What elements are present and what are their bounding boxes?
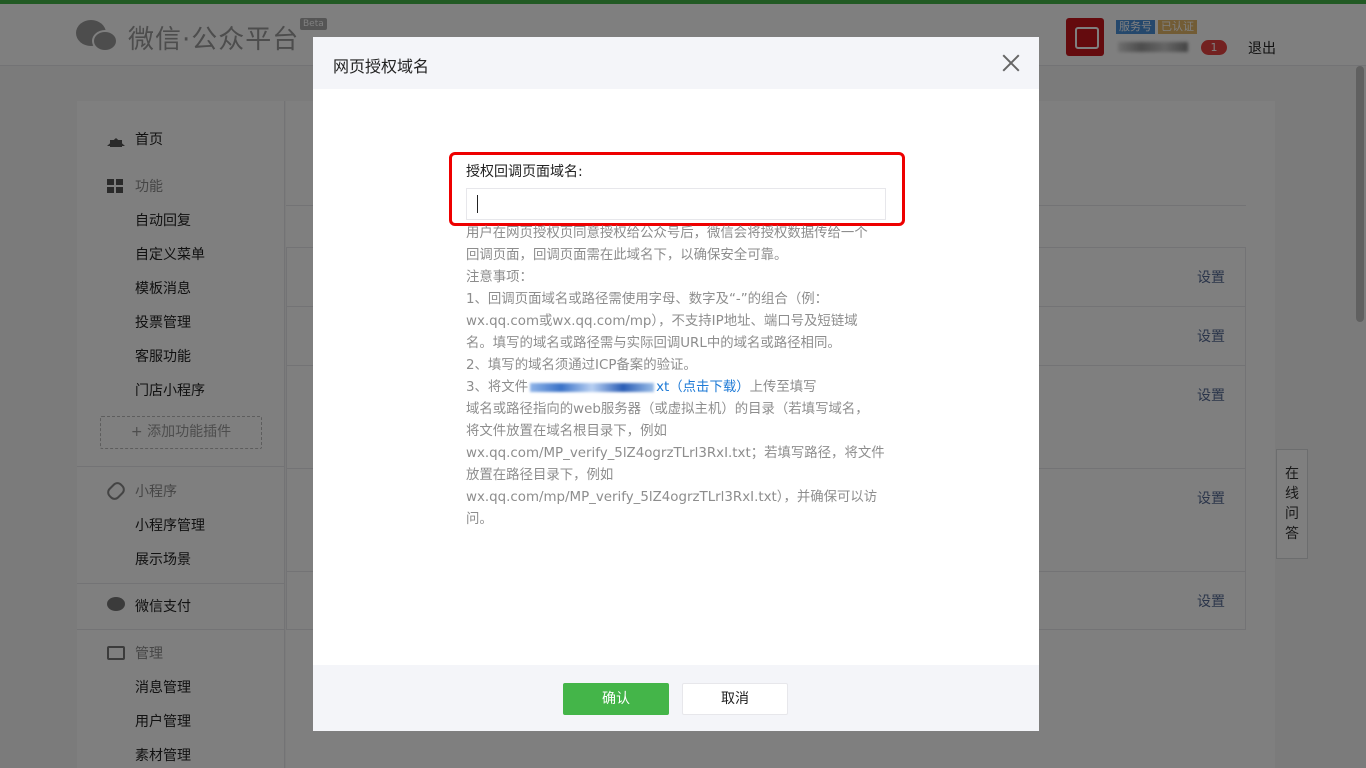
desc-line: wx.qq.com或wx.qq.com/mp），不支持IP地址、端口号及短链域 (466, 314, 858, 329)
desc-line: 用户在网页授权页同意授权给公众号后，微信会将授权数据传给一个 (466, 226, 868, 241)
desc-line: 名。填写的域名或路径需与实际回调URL中的域名或路径相同。 (466, 336, 841, 351)
dialog-description: 用户在网页授权页同意授权给公众号后，微信会将授权数据传给一个 回调页面，回调页面… (466, 223, 891, 531)
callback-domain-label: 授权回调页面域名: (466, 164, 583, 180)
desc-line: 将文件放置在域名根目录下，例如 (466, 424, 667, 439)
confirm-button[interactable]: 确认 (563, 683, 669, 715)
text-caret (477, 195, 478, 213)
desc-line: 1、回调页面域名或路径需使用字母、数字及“-”的组合（例： (466, 292, 828, 307)
callback-domain-input[interactable] (466, 188, 886, 220)
desc-text: 上传至填写 (749, 380, 817, 395)
dialog-footer: 确认 取消 (313, 665, 1039, 731)
dialog-title: 网页授权域名 (333, 57, 430, 76)
desc-line: wx.qq.com/MP_verify_5lZ4ogrzTLrl3RxI.txt… (466, 446, 885, 461)
close-icon[interactable] (1001, 53, 1021, 73)
cancel-button[interactable]: 取消 (682, 683, 788, 715)
desc-line: 回调页面，回调页面需在此域名下，以确保安全可靠。 (466, 248, 788, 263)
desc-line: 问。 (466, 512, 493, 527)
dialog-header: 网页授权域名 (313, 37, 1039, 89)
desc-line: 3、将文件 xt（点击下载）上传至填写 (466, 377, 891, 399)
desc-line: 2、填写的域名须通过ICP备案的验证。 (466, 358, 697, 373)
oauth-domain-dialog: 网页授权域名 授权回调页面域名: 用户在网页授权页同意授权给公众号后，微信会将授… (313, 37, 1039, 731)
desc-line: 注意事项： (466, 270, 533, 285)
desc-line: 放置在路径目录下，例如 (466, 468, 614, 483)
desc-line: 域名或路径指向的web服务器（或虚拟主机）的目录（若填写域名， (466, 402, 869, 417)
desc-line: wx.qq.com/mp/MP_verify_5lZ4ogrzTLrl3RxI.… (466, 490, 878, 505)
blurred-filename (530, 382, 655, 392)
desc-text: 3、将文件 (466, 380, 529, 395)
download-file-link[interactable]: xt（点击下载） (656, 380, 750, 395)
